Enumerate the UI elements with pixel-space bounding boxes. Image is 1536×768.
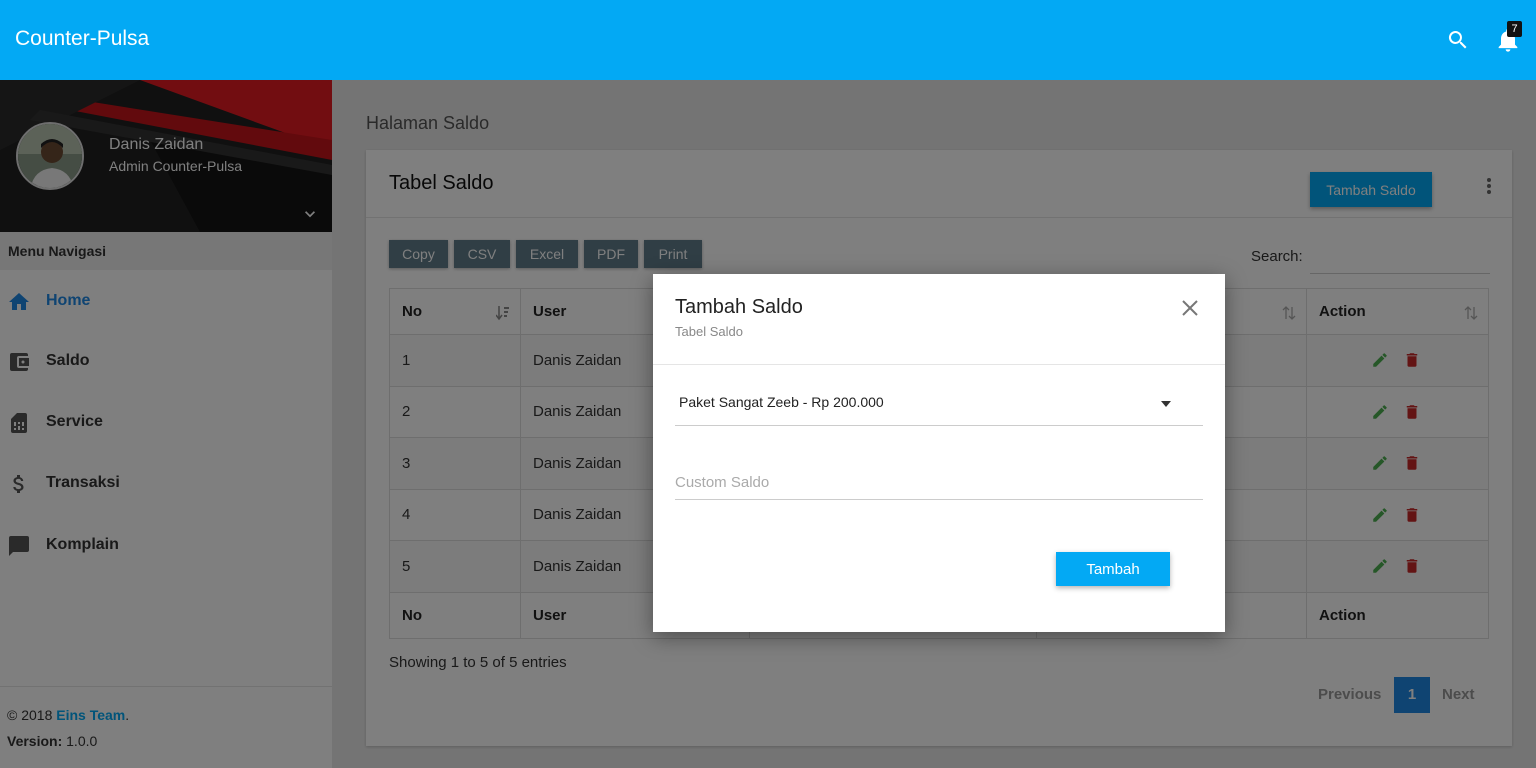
tambah-button[interactable]: Tambah xyxy=(1056,552,1170,586)
close-icon[interactable] xyxy=(1181,299,1199,317)
caret-down-icon xyxy=(1161,401,1171,407)
paket-select[interactable]: Paket Sangat Zeeb - Rp 200.000 xyxy=(675,382,1203,426)
search-icon[interactable] xyxy=(1446,28,1470,52)
tambah-saldo-modal: Tambah Saldo Tabel Saldo Paket Sangat Ze… xyxy=(653,274,1225,632)
modal-subtitle: Tabel Saldo xyxy=(675,324,743,339)
notification-badge: 7 xyxy=(1507,21,1522,37)
paket-select-value: Paket Sangat Zeeb - Rp 200.000 xyxy=(679,394,884,410)
top-app-bar: Counter-Pulsa 7 xyxy=(0,0,1536,80)
app-title[interactable]: Counter-Pulsa xyxy=(15,27,149,51)
modal-title: Tambah Saldo xyxy=(675,296,803,318)
custom-saldo-input[interactable] xyxy=(675,466,1203,500)
modal-divider xyxy=(653,364,1225,365)
